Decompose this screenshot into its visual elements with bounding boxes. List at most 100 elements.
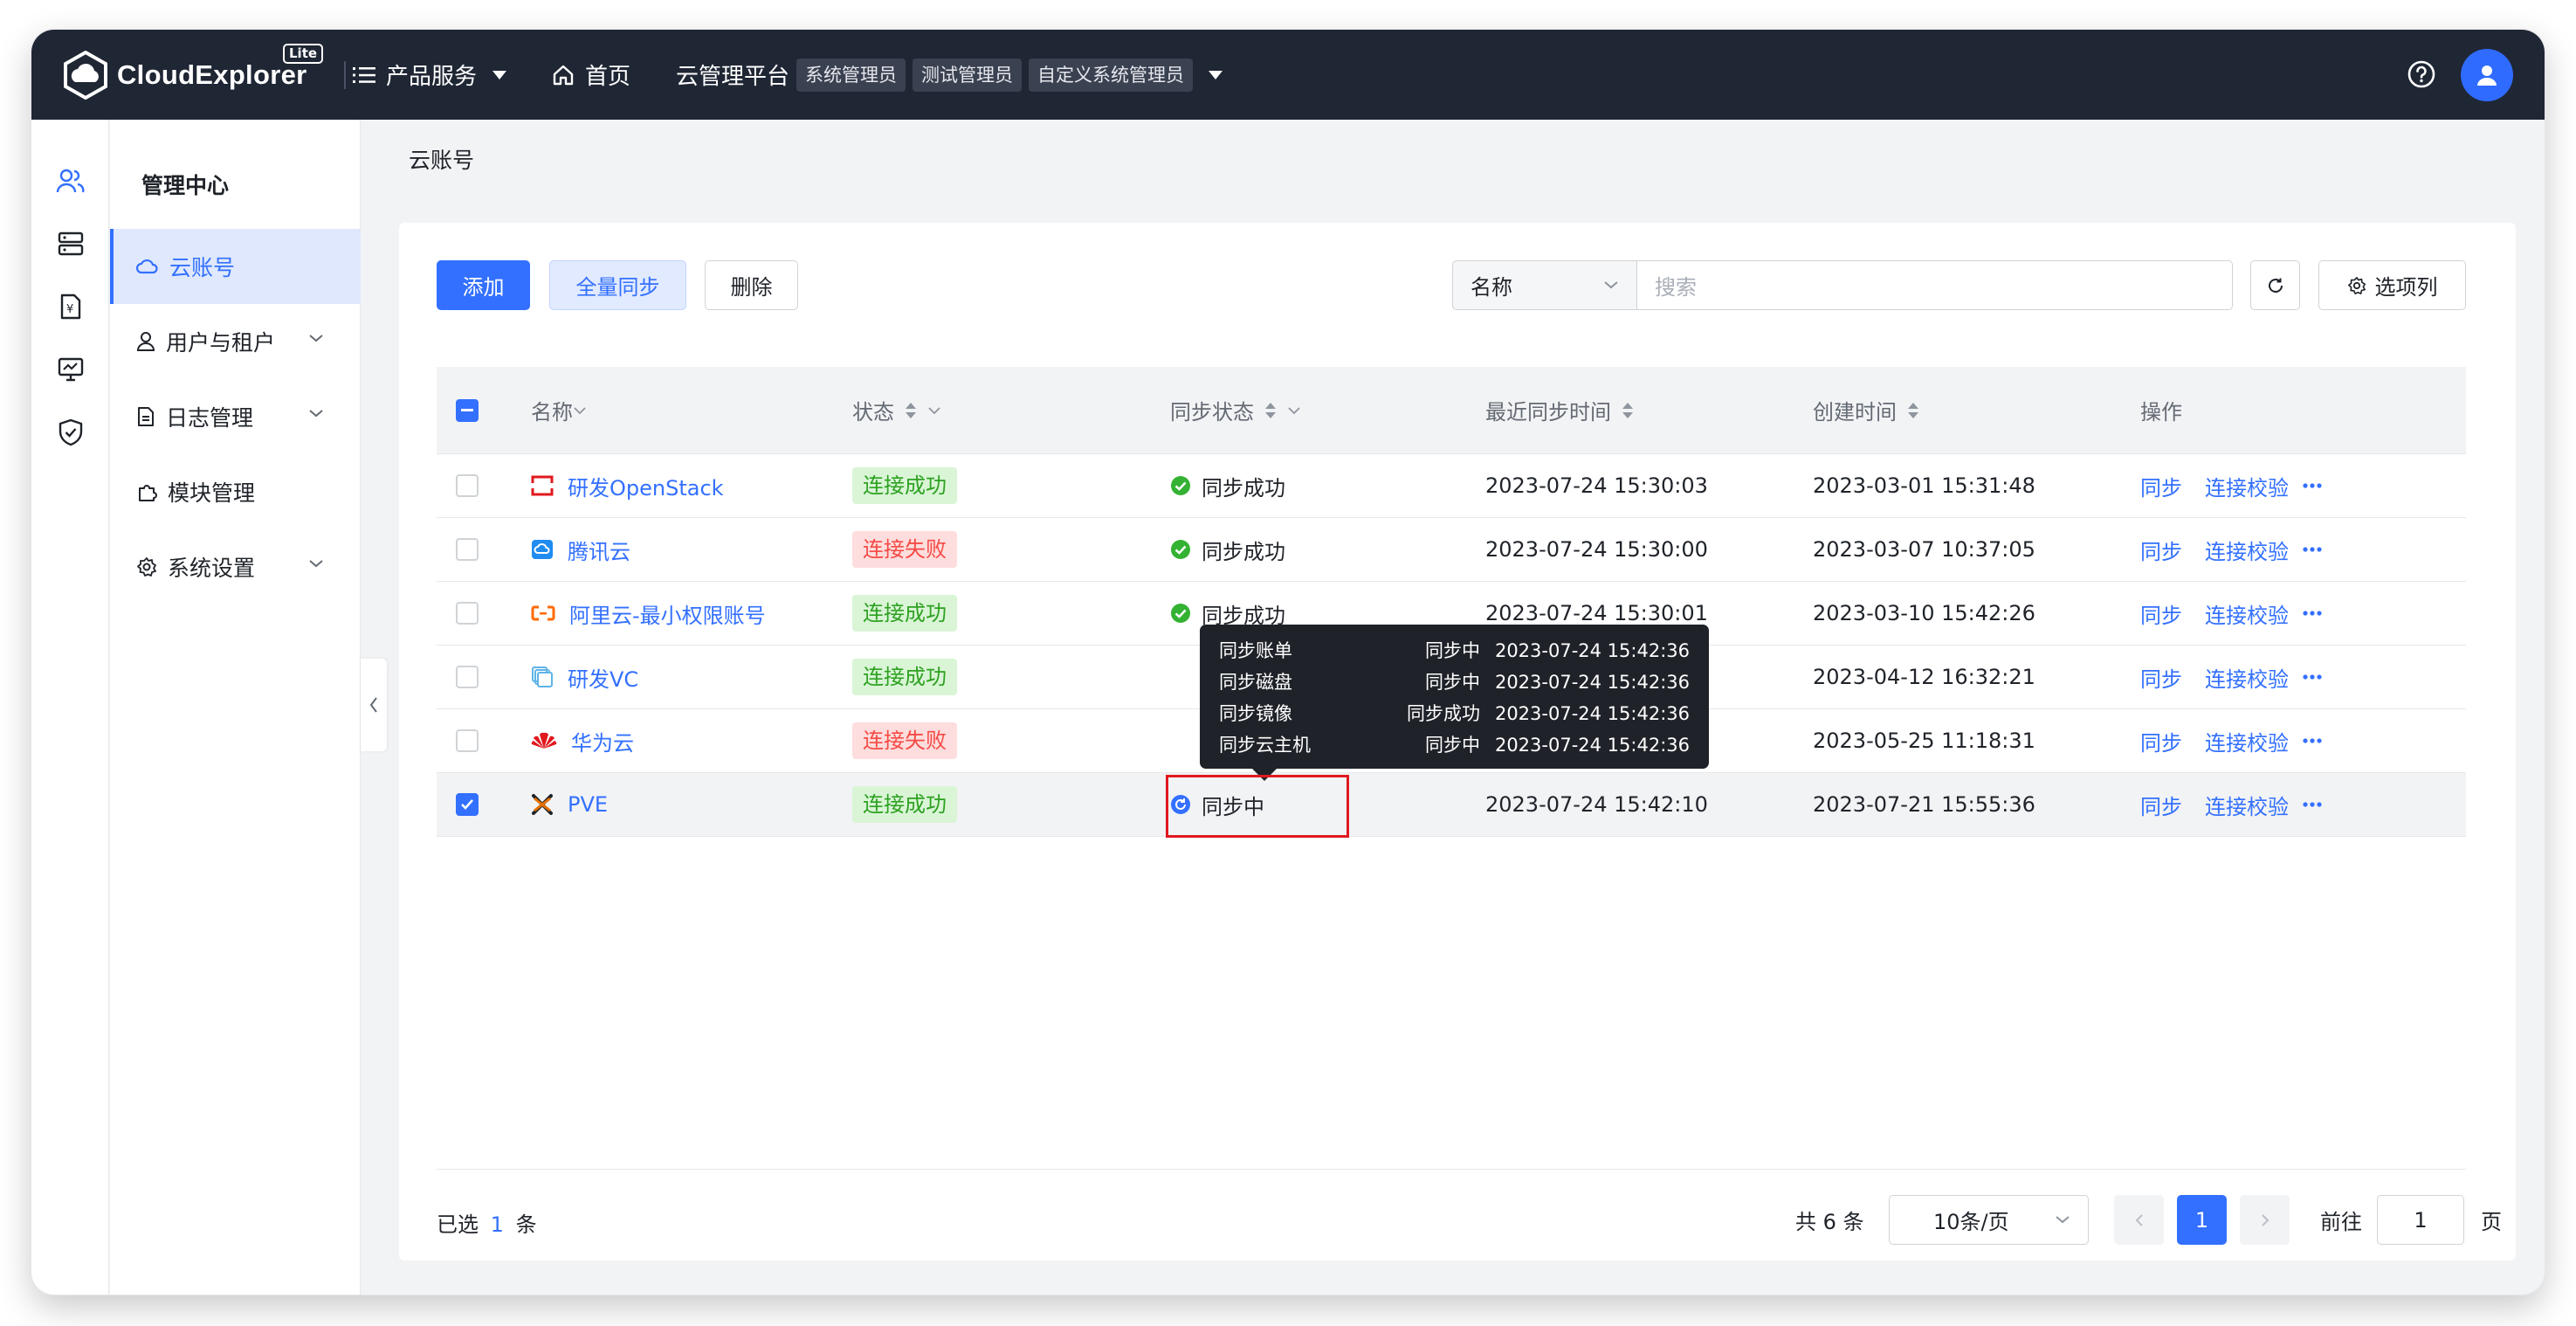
sync-link[interactable]: 同步 (2140, 598, 2182, 629)
row-checkbox[interactable] (456, 474, 479, 497)
platform-role-switcher[interactable]: 云管理平台 系统管理员 测试管理员 自定义系统管理员 (676, 30, 1223, 120)
more-icon[interactable] (2303, 738, 2322, 743)
check-connection-link[interactable]: 连接校验 (2205, 790, 2289, 820)
app-logo[interactable]: CloudExplorer Lite (61, 44, 324, 101)
table-row[interactable]: PVE 连接成功 同步中 2023-07-24 15:42:10 2023-07… (437, 773, 2466, 837)
sync-status-cell[interactable]: 同步成功 (1170, 454, 1285, 517)
more-icon[interactable] (2303, 802, 2322, 807)
created-cell: 2023-05-25 11:18:31 (1813, 729, 2035, 753)
row-checkbox[interactable] (456, 538, 479, 561)
sync-status-cell[interactable]: 同步成功 (1170, 518, 1285, 581)
row-checkbox[interactable] (456, 793, 479, 816)
tooltip-state: 同步中 (1425, 640, 1480, 661)
status-badge: 连接成功 (852, 659, 957, 695)
next-page-button[interactable] (2240, 1195, 2290, 1245)
table-row[interactable]: 研发OpenStack 连接成功 同步成功 2023-07-24 15:30:0… (437, 454, 2466, 518)
sync-status-text: 同步中 (1202, 794, 1264, 819)
sidebar-item-system-settings[interactable]: 系统设置 (110, 529, 361, 604)
server-icon[interactable] (55, 228, 86, 259)
page-number-button[interactable]: 1 (2177, 1195, 2227, 1245)
filter-chevron-icon (574, 406, 586, 414)
select-all-checkbox[interactable] (456, 398, 479, 422)
user-avatar[interactable] (2461, 49, 2513, 101)
home-link[interactable]: 首页 (552, 30, 630, 120)
filter-chevron-icon[interactable] (927, 406, 941, 415)
search-field-select[interactable]: 名称 (1452, 260, 1637, 310)
sync-link[interactable]: 同步 (2140, 790, 2182, 820)
products-menu[interactable]: 产品服务 (353, 30, 507, 120)
check-connection-link[interactable]: 连接校验 (2205, 471, 2289, 501)
table-row[interactable]: 腾讯云 连接失败 同步成功 2023-07-24 15:30:00 2023-0… (437, 518, 2466, 582)
sync-link[interactable]: 同步 (2140, 535, 2182, 565)
row-checkbox[interactable] (456, 666, 479, 688)
sidebar-item-users-tenants[interactable]: 用户与租户 (110, 304, 361, 379)
ops-cell: 同步 连接校验 (2140, 518, 2322, 581)
sort-icon[interactable] (905, 402, 917, 419)
sync-link[interactable]: 同步 (2140, 726, 2182, 756)
more-icon[interactable] (2303, 611, 2322, 616)
header-created[interactable]: 创建时间 (1813, 367, 1919, 453)
account-name-link[interactable]: 研发OpenStack (568, 471, 724, 501)
check-connection-link[interactable]: 连接校验 (2205, 662, 2289, 693)
add-button[interactable]: 添加 (437, 260, 530, 310)
sidebar-item-cloud-account[interactable]: 云账号 (110, 229, 361, 304)
ops-cell: 同步 连接校验 (2140, 582, 2322, 645)
refresh-button[interactable] (2250, 260, 2300, 310)
tooltip-time: 2023-07-24 15:42:36 (1494, 703, 1690, 724)
status-badge: 连接成功 (852, 786, 957, 823)
check-connection-link[interactable]: 连接校验 (2205, 598, 2289, 629)
account-name-link[interactable]: 腾讯云 (568, 535, 630, 565)
more-icon[interactable] (2303, 547, 2322, 552)
sort-icon[interactable] (1264, 402, 1277, 419)
sync-all-button[interactable]: 全量同步 (549, 260, 686, 310)
monitor-icon[interactable] (55, 354, 86, 385)
sidebar-item-logs[interactable]: 日志管理 (110, 379, 361, 454)
sidebar-collapse-toggle[interactable] (361, 659, 387, 751)
proxmox-icon (532, 794, 553, 815)
row-checkbox[interactable] (456, 729, 479, 752)
goto-page-input[interactable]: 1 (2377, 1195, 2464, 1245)
help-icon[interactable] (2407, 59, 2436, 89)
account-name-link[interactable]: 阿里云-最小权限账号 (569, 598, 766, 629)
account-name-link[interactable]: 研发VC (568, 662, 638, 693)
sort-icon[interactable] (1622, 402, 1634, 419)
account-name-link[interactable]: PVE (568, 792, 608, 817)
home-label: 首页 (585, 64, 631, 90)
shield-icon[interactable] (55, 417, 86, 448)
more-icon[interactable] (2303, 674, 2322, 680)
sync-link[interactable]: 同步 (2140, 471, 2182, 501)
tooltip-time: 2023-07-24 15:42:36 (1494, 735, 1690, 756)
sidebar-item-label: 用户与租户 (166, 330, 276, 356)
last-sync-cell: 2023-07-24 15:30:03 (1485, 473, 1708, 498)
prev-page-button[interactable] (2114, 1195, 2164, 1245)
sync-status-cell[interactable]: 同步中 (1170, 773, 1264, 836)
check-connection-link[interactable]: 连接校验 (2205, 535, 2289, 565)
check-connection-link[interactable]: 连接校验 (2205, 726, 2289, 756)
page-size-select[interactable]: 10条/页 (1889, 1195, 2089, 1245)
search-field-value: 名称 (1471, 275, 1512, 300)
logo-text: CloudExplorer (117, 59, 307, 90)
name-cell: 腾讯云 (531, 518, 630, 581)
success-check-icon (1171, 476, 1190, 495)
bill-icon[interactable]: ¥ (55, 291, 86, 322)
column-options-button[interactable]: 选项列 (2318, 260, 2466, 310)
row-checkbox[interactable] (456, 602, 479, 625)
created-cell: 2023-04-12 16:32:21 (1813, 665, 2035, 689)
header-name[interactable]: 名称 (531, 367, 587, 453)
sidebar-item-modules[interactable]: 模块管理 (110, 454, 361, 529)
account-name-link[interactable]: 华为云 (571, 726, 634, 756)
delete-button[interactable]: 删除 (705, 260, 798, 310)
sort-icon[interactable] (1907, 402, 1919, 419)
header-status[interactable]: 状态 (852, 367, 941, 453)
users-icon[interactable] (55, 165, 86, 197)
sync-link[interactable]: 同步 (2140, 662, 2182, 693)
ops-cell: 同步 连接校验 (2140, 646, 2322, 708)
filter-chevron-icon[interactable] (1287, 406, 1301, 415)
header-sync-status[interactable]: 同步状态 (1170, 367, 1301, 453)
search-input[interactable]: 搜索 (1636, 260, 2233, 310)
header-last-sync[interactable]: 最近同步时间 (1485, 367, 1634, 453)
tooltip-row: 同步云主机 同步中 2023-07-24 15:42:36 (1219, 729, 1690, 761)
more-icon[interactable] (2303, 483, 2322, 488)
header-created-label: 创建时间 (1813, 400, 1897, 425)
status-cell: 连接失败 (852, 709, 957, 772)
